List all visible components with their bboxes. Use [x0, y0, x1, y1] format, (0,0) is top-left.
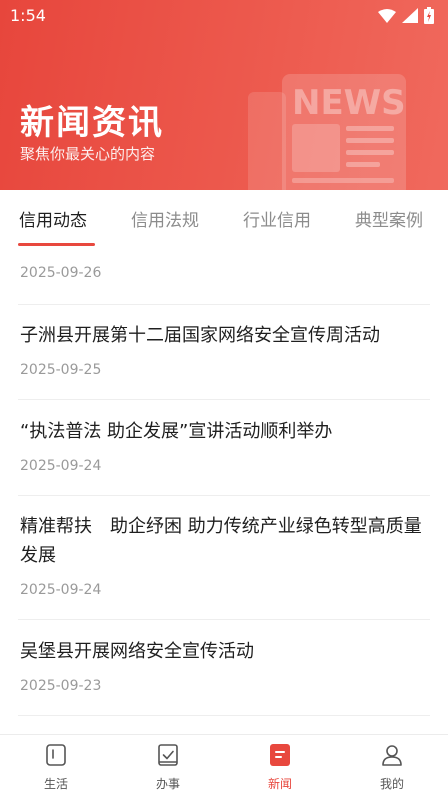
tab-industry-credit[interactable]: 行业信用: [243, 206, 311, 231]
article-date: 2025-09-26: [20, 265, 102, 281]
list-item[interactable]: 子洲县开展第十二届国家网络安全宣传周活动 2025-09-25: [0, 305, 448, 400]
article-list: 2025-09-26 子洲县开展第十二届国家网络安全宣传周活动 2025-09-…: [0, 248, 448, 734]
life-icon: [46, 744, 66, 766]
list-item[interactable]: 吴堡县开展网络安全宣传活动 2025-09-23: [0, 620, 448, 715]
nav-label-service: 办事: [155, 777, 180, 791]
tab-credit-regulations[interactable]: 信用法规: [131, 206, 199, 231]
status-icons: [378, 7, 434, 24]
newspaper-illustration: NEWS: [248, 74, 406, 190]
list-item[interactable]: “执法普法 助企发展”宣讲活动顺利举办 2025-09-24: [0, 400, 448, 495]
nav-item-profile[interactable]: 我的: [336, 735, 448, 797]
battery-icon: [424, 7, 434, 24]
article-date: 2025-09-23: [20, 678, 102, 694]
status-time: 1:54: [10, 6, 46, 25]
nav-label-life: 生活: [43, 777, 68, 791]
article-date: 2025-09-24: [20, 582, 102, 598]
nav-item-news[interactable]: 新闻: [224, 735, 336, 797]
nav-item-service[interactable]: 办事: [112, 735, 224, 797]
list-item[interactable]: 2025-09-26: [0, 248, 448, 304]
divider: [18, 715, 430, 716]
article-title: 吴堡县开展网络安全宣传活动: [20, 641, 254, 662]
signal-icon: [402, 8, 418, 23]
active-tab-indicator: [18, 243, 95, 246]
tab-credit-news[interactable]: 信用动态: [19, 206, 87, 231]
article-date: 2025-09-25: [20, 362, 102, 378]
tab-typical-cases[interactable]: 典型案例: [355, 206, 423, 231]
nav-item-life[interactable]: 生活: [0, 735, 112, 797]
article-title: 精准帮扶 助企纾困 助力传统产业绿色转型高质量发展: [20, 516, 422, 566]
page-subtitle: 聚焦你最关心的内容: [20, 145, 156, 163]
service-icon: [158, 744, 178, 766]
status-bar: 1:54: [0, 0, 448, 32]
news-icon: [270, 744, 290, 766]
profile-icon: [382, 745, 402, 766]
newspaper-headline: NEWS: [292, 83, 406, 123]
article-date: 2025-09-24: [20, 458, 102, 474]
nav-label-news: 新闻: [267, 777, 292, 791]
article-title: 子洲县开展第十二届国家网络安全宣传周活动: [20, 325, 380, 346]
list-item[interactable]: 精准帮扶 助企纾困 助力传统产业绿色转型高质量发展 2025-09-24: [0, 496, 448, 620]
wifi-icon: [378, 8, 396, 23]
category-tabs: 信用动态 信用法规 行业信用 典型案例: [0, 190, 448, 248]
header-banner: 1:54 NEWS 新闻资讯 聚焦你最关心的内容: [0, 0, 448, 190]
bottom-nav: 生活 办事 新闻 我的: [0, 734, 448, 797]
article-title: “执法普法 助企发展”宣讲活动顺利举办: [20, 421, 333, 442]
nav-label-profile: 我的: [379, 777, 404, 791]
page-title: 新闻资讯: [20, 103, 164, 143]
